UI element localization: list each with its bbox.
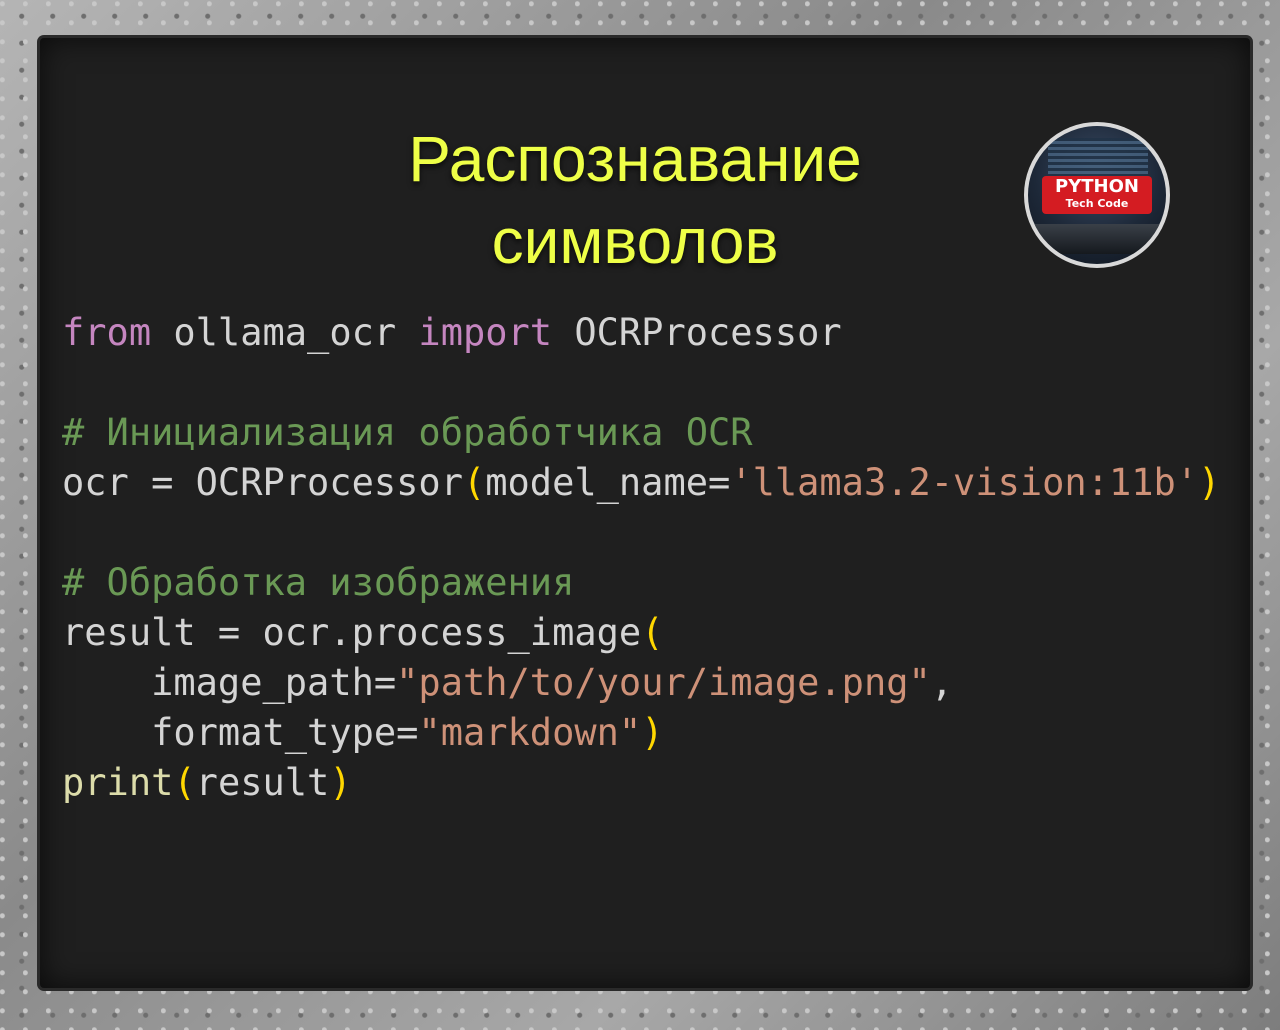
open-paren: ( — [641, 611, 664, 654]
code-arg: result — [195, 761, 330, 804]
code-string: "markdown" — [418, 711, 642, 754]
code-line-ocr-init: ocr = OCRProcessor(model_name='llama3.2-… — [62, 458, 1220, 508]
title-line-2: символов — [491, 205, 779, 277]
code-arg: image_path= — [151, 661, 397, 704]
code-line-format-type: format_type="markdown") — [62, 708, 1220, 758]
logo-badge: PYTHON Tech Code — [1042, 176, 1152, 214]
code-line-image-path: image_path="path/to/your/image.png", — [62, 658, 1220, 708]
logo-text-secondary: Tech Code — [1065, 197, 1129, 210]
code-text: result = ocr.process_image — [62, 611, 642, 654]
code-string: 'llama3.2-vision:11b' — [730, 461, 1199, 504]
close-paren: ) — [641, 711, 664, 754]
import-name: OCRProcessor — [552, 311, 842, 354]
open-paren: ( — [173, 761, 196, 804]
close-paren: ) — [1198, 461, 1221, 504]
code-arg: model_name= — [485, 461, 731, 504]
code-comma: , — [930, 661, 954, 704]
keyword-import: import — [418, 311, 553, 354]
code-line-import: from ollama_ocr import OCRProcessor — [62, 308, 1220, 358]
code-block: from ollama_ocr import OCRProcessor # Ини… — [62, 308, 1220, 808]
desk-graphic — [1034, 224, 1162, 254]
module-name: ollama_ocr — [151, 311, 419, 354]
code-line-print: print(result) — [62, 758, 1220, 808]
python-tech-code-logo: PYTHON Tech Code — [1024, 122, 1170, 268]
logo-text-primary: PYTHON — [1055, 176, 1139, 197]
keyword-from: from — [62, 311, 152, 354]
code-arg: format_type= — [151, 711, 419, 754]
close-paren: ) — [329, 761, 352, 804]
code-text: ocr = OCRProcessor — [62, 461, 463, 504]
code-string: "path/to/your/image.png" — [396, 661, 931, 704]
code-comment-init: # Инициализация обработчика OCR — [62, 411, 753, 454]
open-paren: ( — [462, 461, 486, 504]
title-line-1: Распознавание — [408, 123, 862, 195]
page-title: Распознавание символов — [300, 118, 970, 282]
code-comment-process: # Обработка изображения — [62, 561, 575, 604]
function-print: print — [62, 761, 174, 804]
code-line-result: result = ocr.process_image( — [62, 608, 1220, 658]
